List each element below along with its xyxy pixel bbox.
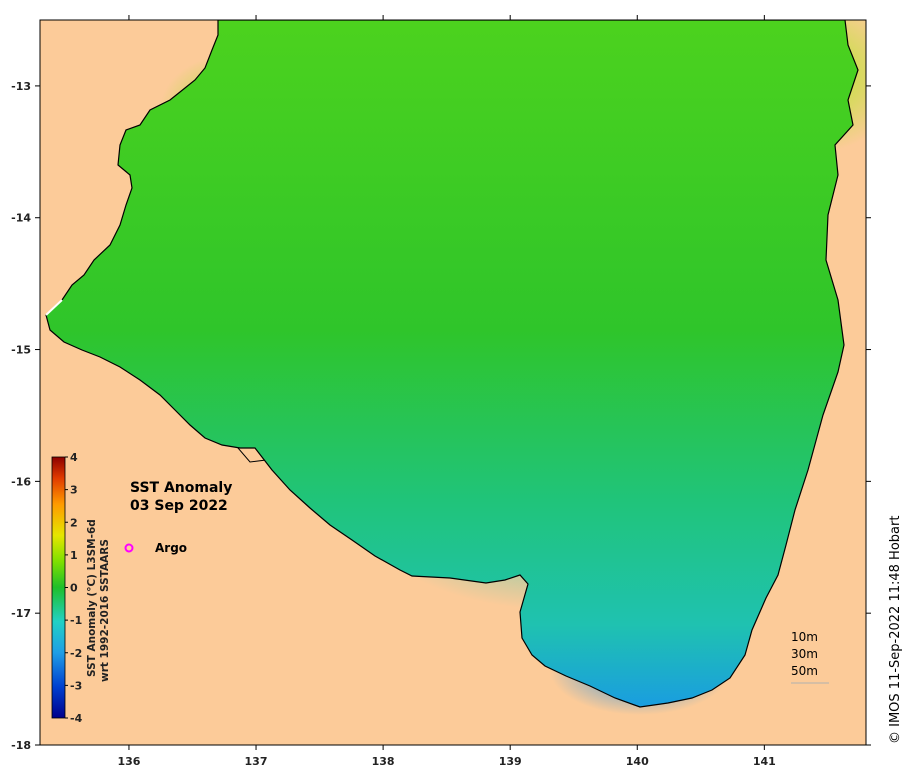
depth-label-30m: 30m [791, 647, 818, 661]
lat-tick-label: -13 [11, 80, 31, 93]
colorbar-tick-label: -4 [70, 712, 83, 725]
lon-tick-label: 137 [245, 755, 268, 768]
lon-tick-label: 136 [117, 755, 140, 768]
colorbar-tick-label: -3 [70, 679, 82, 692]
map-title: SST Anomaly [130, 480, 232, 496]
colorbar-tick-label: 3 [70, 484, 78, 497]
depth-label-10m: 10m [791, 630, 818, 644]
lat-tick-label: -14 [11, 212, 31, 225]
colorbar-tick-label: 2 [70, 516, 78, 529]
colorbar-gradient [51, 456, 66, 719]
colorbar-tick-label: 0 [70, 582, 78, 595]
lat-tick-label: -15 [11, 344, 31, 357]
lon-tick-label: 140 [626, 755, 649, 768]
colorbar-tick-label: -2 [70, 647, 82, 660]
colorbar-label-line2: wrt 1992-2016 SSTAARS [99, 539, 111, 682]
depth-label-50m: 50m [791, 664, 818, 678]
lat-tick-label: -17 [11, 607, 31, 620]
lat-tick-label: -18 [11, 739, 31, 752]
lon-tick-label: 138 [372, 755, 395, 768]
map-date: 03 Sep 2022 [130, 498, 228, 514]
lon-tick-label: 139 [499, 755, 522, 768]
lat-tick-label: -16 [11, 475, 31, 488]
colorbar-label-line1: SST Anomaly (°C) L3SM-6d [86, 519, 98, 677]
lon-tick-label: 141 [753, 755, 776, 768]
colorbar-tick-label: 1 [70, 549, 78, 562]
sst-anomaly-map: 136 137 138 139 140 141 -13-14-15-16-17-18 SS… [11, 15, 903, 768]
credit-text: © IMOS 11-Sep-2022 11:48 Hobart [888, 516, 903, 744]
argo-legend-label: Argo [155, 541, 187, 555]
colorbar-tick-label: -1 [70, 614, 82, 627]
colorbar-tick-label: 4 [70, 451, 78, 464]
